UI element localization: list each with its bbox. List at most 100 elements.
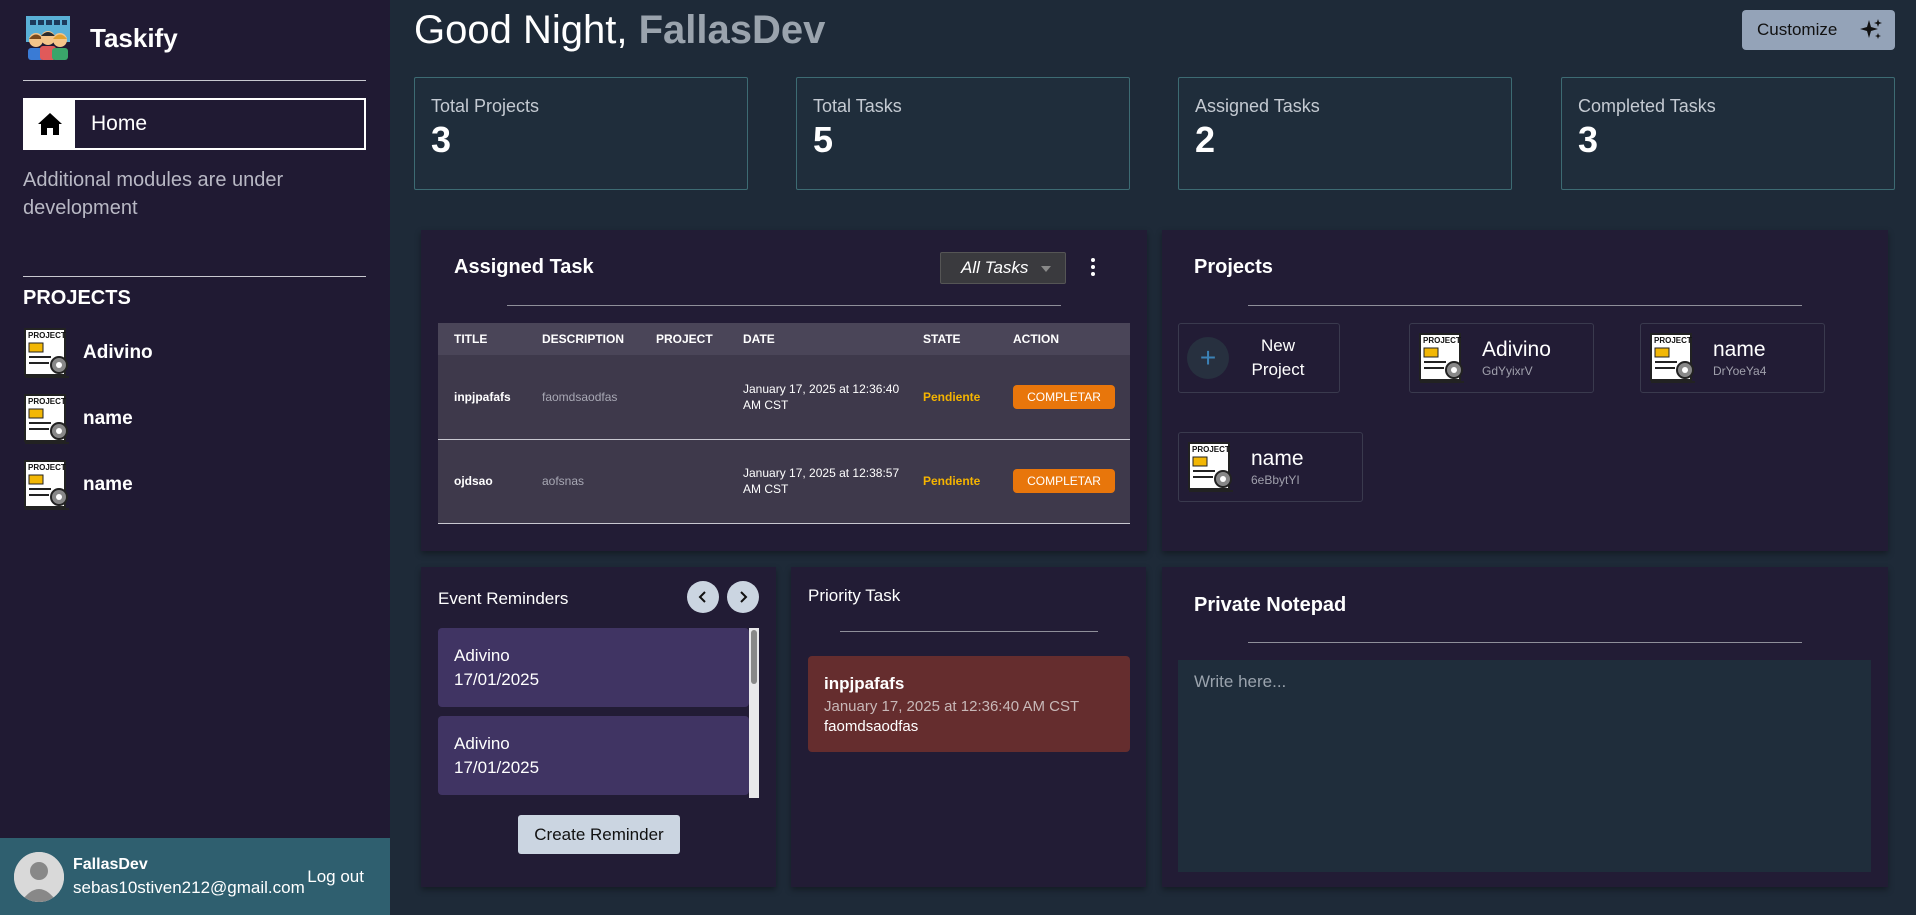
stat-label: Assigned Tasks [1195,96,1320,116]
task-state-cell: Pendiente [907,439,997,524]
brand[interactable]: Taskify [24,14,178,62]
divider [23,80,366,81]
column-header: STATE [907,323,997,355]
project-card[interactable]: PROJECT name DrYoeYa4 [1640,323,1825,393]
priority-task-title: Priority Task [808,586,901,605]
avatar[interactable] [14,851,64,902]
task-description-cell: aofsnas [526,439,640,524]
user-info: FallasDev sebas10stiven212@gmail.com [73,856,305,898]
task-project-cell [640,439,727,524]
stat-card-completed-tasks: Completed Tasks 3 [1561,77,1895,190]
project-name: Adivino [1482,338,1551,361]
logout-button[interactable]: Log out [307,867,364,887]
complete-task-button[interactable]: COMPLETAR [1013,469,1115,493]
customize-label: Customize [1757,20,1838,39]
create-reminder-button[interactable]: Create Reminder [518,815,680,854]
customize-button[interactable]: Customize [1742,10,1895,50]
task-title-cell: inpjpafafs [438,355,526,440]
project-code: DrYoeYa4 [1713,364,1767,378]
stat-card-assigned-tasks: Assigned Tasks 2 [1178,77,1512,190]
assigned-task-title: Assigned Task [454,256,594,278]
svg-text:PROJECT: PROJECT [1654,336,1692,345]
divider [840,631,1098,632]
reminder-date: 17/01/2025 [454,670,540,689]
projects-panel-title: Projects [1194,256,1273,278]
stat-card-total-projects: Total Projects 3 [414,77,748,190]
sidebar-project-item[interactable]: PROJECT name [23,459,133,511]
sidebar-project-item[interactable]: PROJECT name [23,393,133,445]
user-bar: FallasDev sebas10stiven212@gmail.com Log… [0,838,390,915]
column-header: TITLE [438,323,526,355]
task-date-cell: January 17, 2025 at 12:36:40 AM CST [727,355,907,440]
user-avatar-icon [14,851,64,902]
priority-task-description: faomdsaodfas [824,718,919,735]
reminder-name: Adivino [454,646,510,665]
reminder-name: Adivino [454,734,510,753]
reminder-card[interactable]: Adivino 17/01/2025 [438,716,749,795]
task-project-cell [640,355,727,440]
chevron-down-icon [1041,266,1051,272]
notepad-textarea[interactable] [1178,660,1871,872]
project-document-icon: PROJECT [24,328,69,378]
column-header: DATE [727,323,907,355]
stat-value: 3 [431,119,452,160]
sidebar-project-item[interactable]: PROJECT Adivino [23,327,153,379]
task-filter-value: All Tasks [961,258,1029,277]
projects-heading: PROJECTS [23,287,131,309]
greeting-name: FallasDev [638,8,826,52]
reminder-card[interactable]: Adivino 17/01/2025 [438,628,749,707]
column-header: DESCRIPTION [526,323,640,355]
stat-value: 3 [1578,119,1599,160]
task-date-cell: January 17, 2025 at 12:38:57 AM CST [727,439,907,524]
new-project-button[interactable]: + New Project [1178,323,1340,393]
project-document-icon: PROJECT [1188,442,1233,492]
project-code: GdYyixrV [1482,364,1533,378]
svg-text:PROJECT: PROJECT [28,397,66,406]
project-code: 6eBbytYI [1251,473,1300,487]
task-action-cell: COMPLETAR [997,355,1130,440]
chevron-right-icon [740,591,748,603]
app-name: Taskify [90,22,178,53]
stat-value: 2 [1195,119,1216,160]
event-reminders-title: Event Reminders [438,589,569,608]
sidebar-project-label: Adivino [83,342,153,363]
project-card[interactable]: PROJECT name 6eBbytYI [1178,432,1363,502]
task-filter-select[interactable]: All Tasks [940,252,1066,284]
reminder-date: 17/01/2025 [454,758,540,777]
stat-label: Total Projects [431,96,540,116]
svg-text:PROJECT: PROJECT [1423,336,1461,345]
task-description-cell: faomdsaodfas [526,355,640,440]
project-card-text: name DrYoeYa4 [1713,338,1766,378]
stat-card-total-tasks: Total Tasks 5 [796,77,1130,190]
complete-task-button[interactable]: COMPLETAR [1013,384,1115,409]
column-header: ACTION [997,323,1130,355]
project-document-icon: PROJECT [24,460,69,510]
priority-task-name: inpjpafafs [824,674,905,693]
table-header-row: TITLE DESCRIPTION PROJECT DATE STATE ACT… [438,323,1130,355]
scrollbar-thumb[interactable] [751,630,757,684]
priority-task-card[interactable]: inpjpafafs January 17, 2025 at 12:36:40 … [808,656,1130,752]
sidebar-item-home[interactable]: Home [23,98,366,150]
project-document-icon: PROJECT [1419,333,1464,383]
assigned-task-table: TITLE DESCRIPTION PROJECT DATE STATE ACT… [438,323,1130,524]
svg-text:PROJECT: PROJECT [28,331,66,340]
page-title: Good Night, FallasDev [414,8,825,53]
stat-value: 5 [813,119,834,160]
home-icon [38,113,62,135]
stat-label: Completed Tasks [1578,96,1716,116]
project-card[interactable]: PROJECT Adivino GdYyixrV [1409,323,1594,393]
user-email: sebas10stiven212@gmail.com [73,877,305,897]
previous-button[interactable] [687,581,719,613]
more-options-icon[interactable] [1089,256,1097,278]
user-name: FallasDev [73,855,148,873]
project-name: name [1251,447,1304,470]
project-card-text: name 6eBbytYI [1251,447,1304,487]
next-button[interactable] [727,581,759,613]
table-row: inpjpafafs faomdsaodfas January 17, 2025… [438,355,1130,440]
stat-label: Total Tasks [813,96,902,116]
svg-text:PROJECT: PROJECT [1192,445,1230,454]
project-name: name [1713,338,1766,361]
table-row: ojdsao aofsnas January 17, 2025 at 12:38… [438,439,1130,524]
sidebar-item-label: Home [91,112,148,135]
new-project-label: New Project [1251,336,1305,379]
